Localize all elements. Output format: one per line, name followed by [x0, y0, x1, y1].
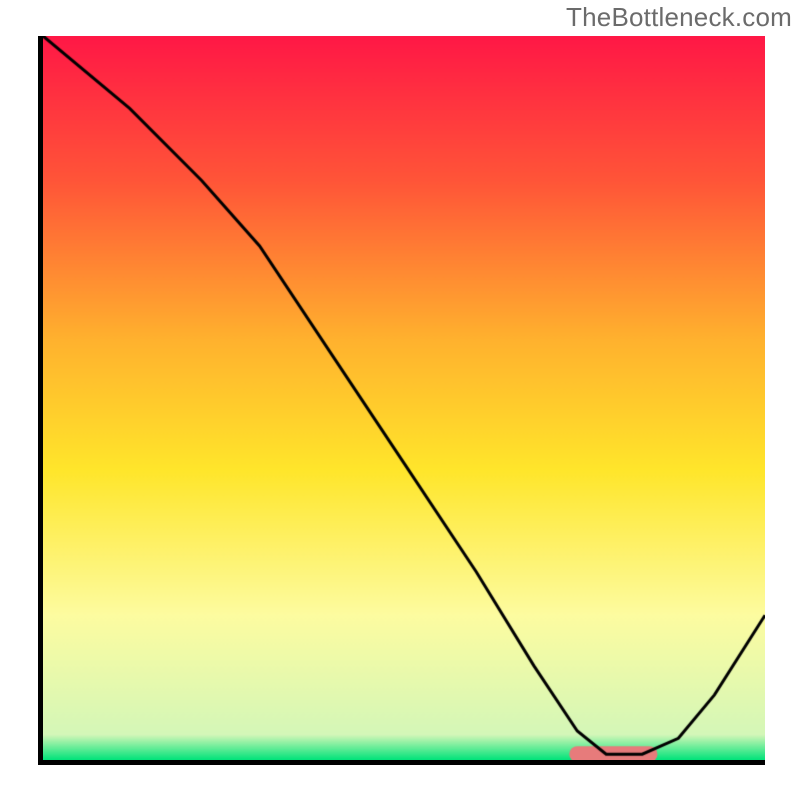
plot-canvas — [43, 36, 765, 760]
chart-frame: TheBottleneck.com — [0, 0, 800, 800]
watermark-text: TheBottleneck.com — [566, 2, 792, 33]
